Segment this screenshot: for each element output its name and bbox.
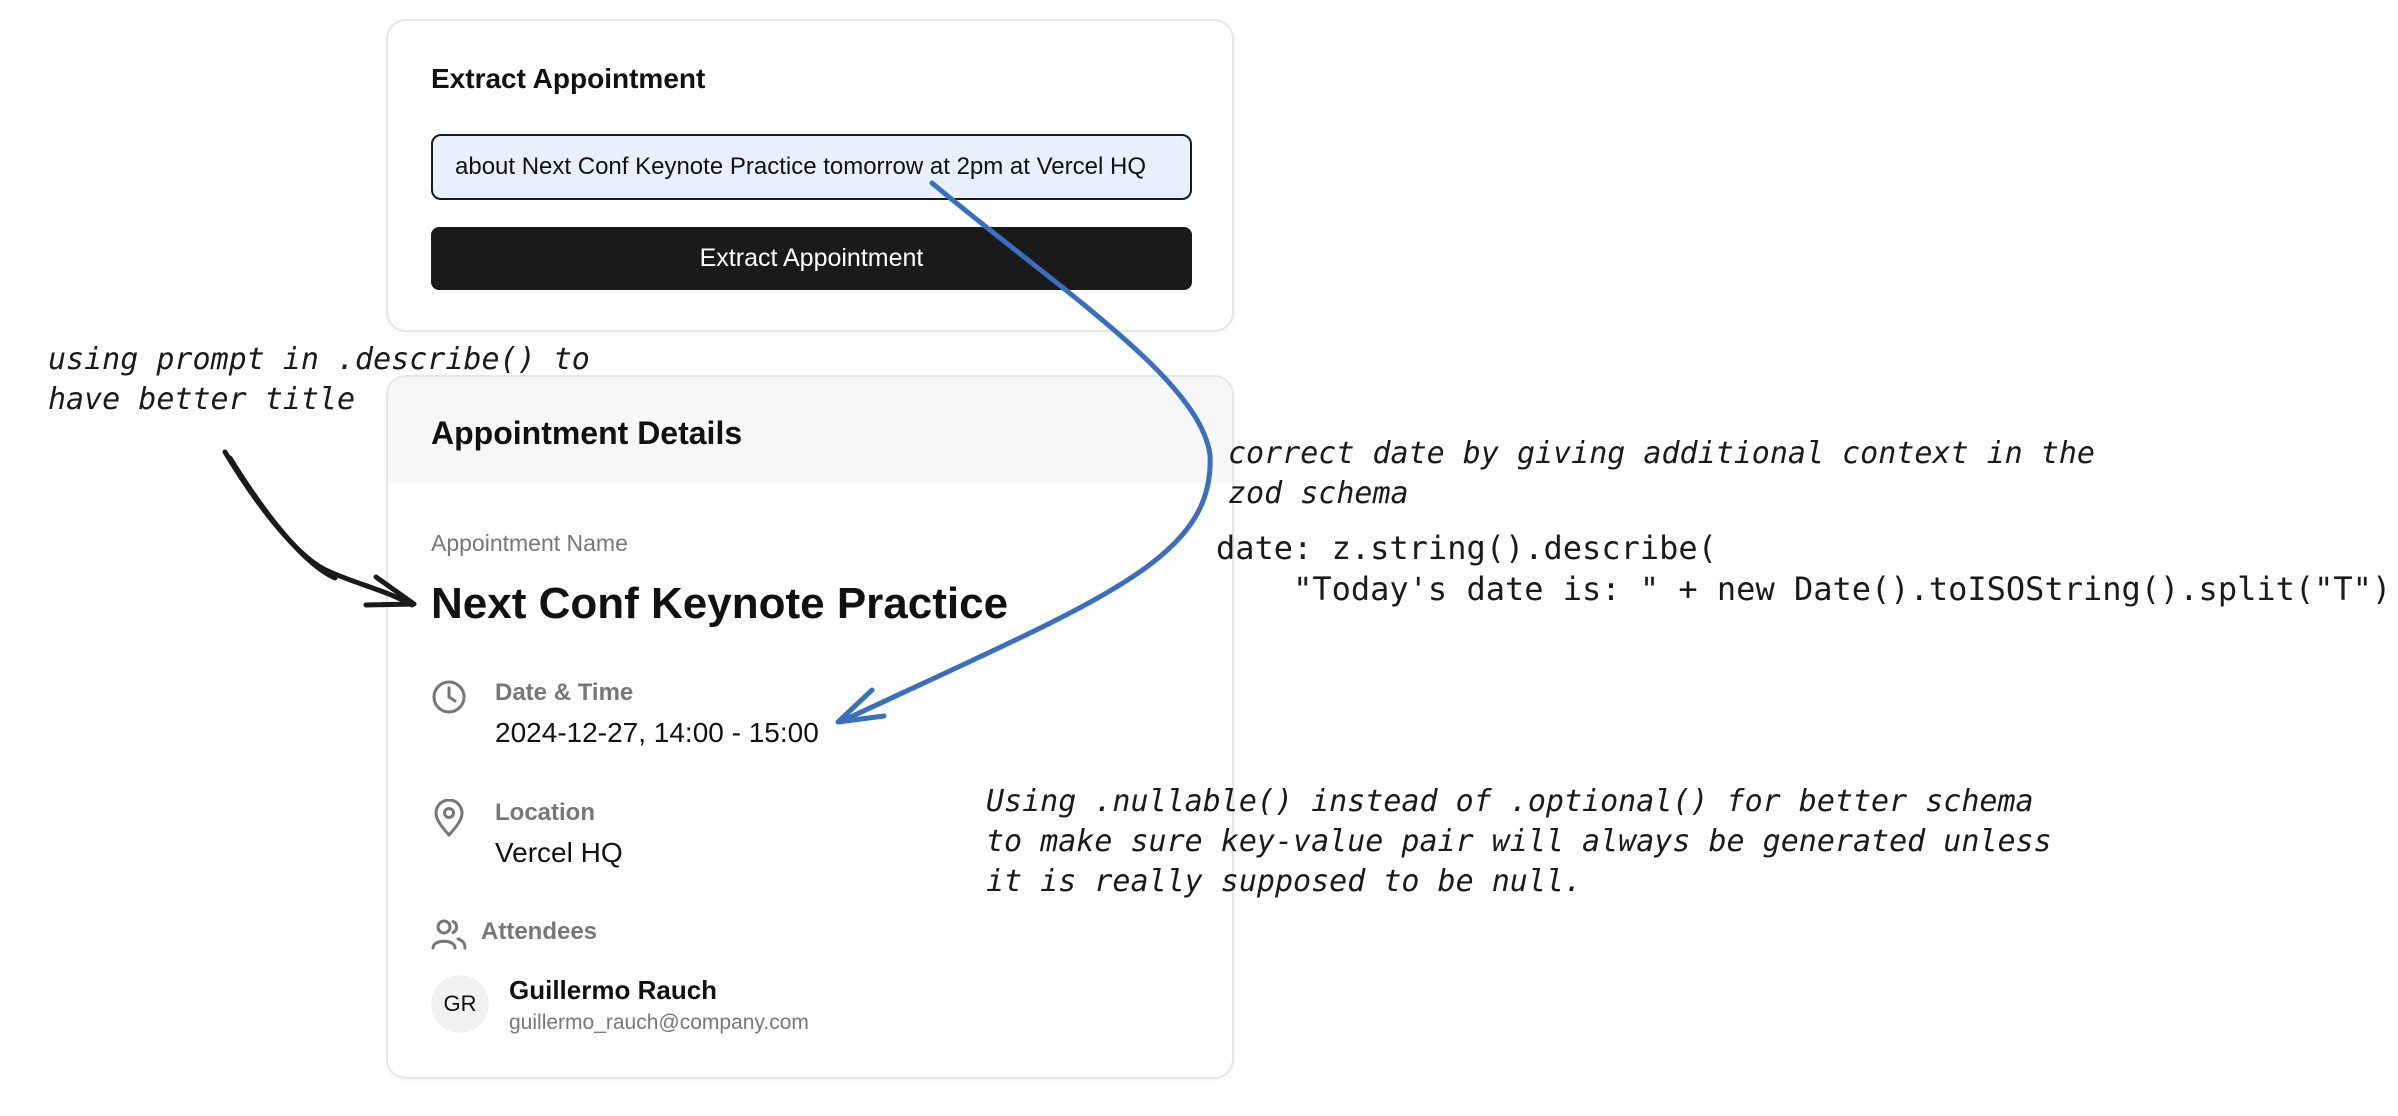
extract-appointment-card: Extract Appointment Extract Appointment	[386, 19, 1234, 332]
location-value: Vercel HQ	[495, 837, 623, 868]
appointment-name-value: Next Conf Keynote Practice	[431, 579, 1009, 628]
appointment-name-label: Appointment Name	[431, 530, 628, 556]
map-pin-icon	[431, 798, 467, 844]
datetime-label: Date & Time	[495, 679, 634, 706]
avatar: GR	[431, 975, 489, 1033]
date-annotation: correct date by giving additional contex…	[1228, 436, 2095, 511]
extract-card-title: Extract Appointment	[431, 63, 706, 94]
appointment-details-card: Appointment Details Appointment Name Nex…	[386, 375, 1234, 1079]
attendee-email: guillermo_rauch@company.com	[509, 1011, 809, 1034]
clock-icon	[431, 679, 467, 720]
appointment-prompt-input[interactable]	[431, 134, 1192, 200]
details-title: Appointment Details	[431, 415, 743, 451]
datetime-value: 2024-12-27, 14:00 - 15:00	[495, 717, 819, 748]
attendees-label: Attendees	[481, 918, 598, 945]
title-annotation: using prompt in .describe() to have bett…	[48, 342, 590, 417]
attendee-name: Guillermo Rauch	[509, 975, 718, 1005]
extract-appointment-button[interactable]: Extract Appointment	[431, 227, 1192, 290]
location-label: Location	[495, 799, 595, 826]
users-icon	[431, 917, 467, 956]
code-snippet-annotation: date: z.string().describe( "Today's date…	[1216, 529, 2398, 608]
nullable-annotation: Using .nullable() instead of .optional()…	[986, 784, 2052, 899]
